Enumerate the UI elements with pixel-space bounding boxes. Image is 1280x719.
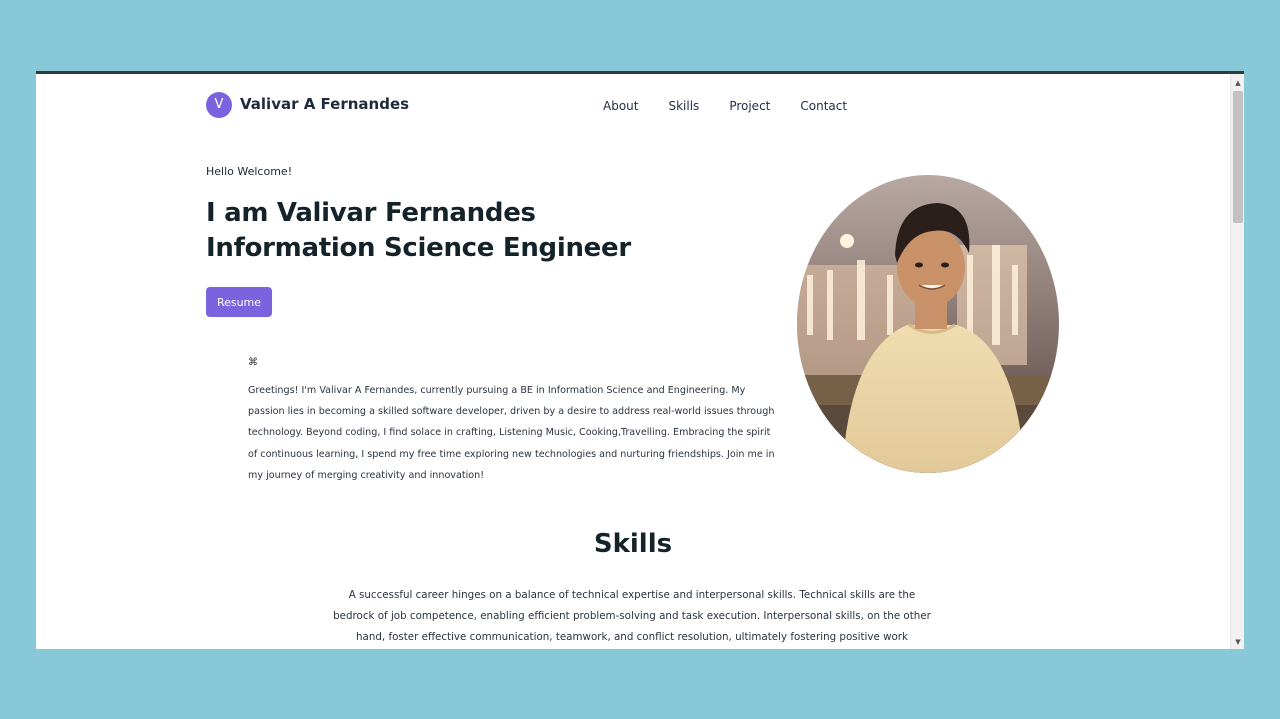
nav-menu: About Skills Project Contact (603, 99, 877, 113)
hero-title-line2: Information Science Engineer (206, 233, 631, 263)
nav-link-contact[interactable]: Contact (800, 99, 847, 113)
browser-window: V Valivar A Fernandes About Skills Proje… (36, 71, 1244, 649)
nav-link-skills[interactable]: Skills (668, 99, 699, 113)
scroll-down-icon[interactable]: ▼ (1231, 635, 1244, 649)
hero-title: I am Valivar Fernandes Information Scien… (206, 196, 631, 266)
vertical-scrollbar[interactable]: ▲ ▼ (1230, 74, 1244, 649)
profile-photo-illustration (797, 175, 1059, 473)
about-paragraph: Greetings! I'm Valivar A Fernandes, curr… (248, 385, 775, 481)
nav-link-project[interactable]: Project (729, 99, 770, 113)
hero-greeting: Hello Welcome! (206, 165, 293, 178)
logo-icon[interactable]: V (206, 92, 232, 118)
scroll-up-icon[interactable]: ▲ (1231, 76, 1244, 90)
scrollbar-thumb[interactable] (1233, 91, 1243, 223)
resume-button[interactable]: Resume (206, 287, 272, 317)
command-icon: ⌘ (248, 357, 258, 368)
hero-title-line1: I am Valivar Fernandes (206, 198, 536, 228)
nav-link-about[interactable]: About (603, 99, 638, 113)
brand-name[interactable]: Valivar A Fernandes (240, 95, 409, 113)
skills-heading: Skills (593, 529, 673, 559)
profile-photo (797, 175, 1059, 473)
skills-paragraph: A successful career hinges on a balance … (333, 589, 931, 643)
